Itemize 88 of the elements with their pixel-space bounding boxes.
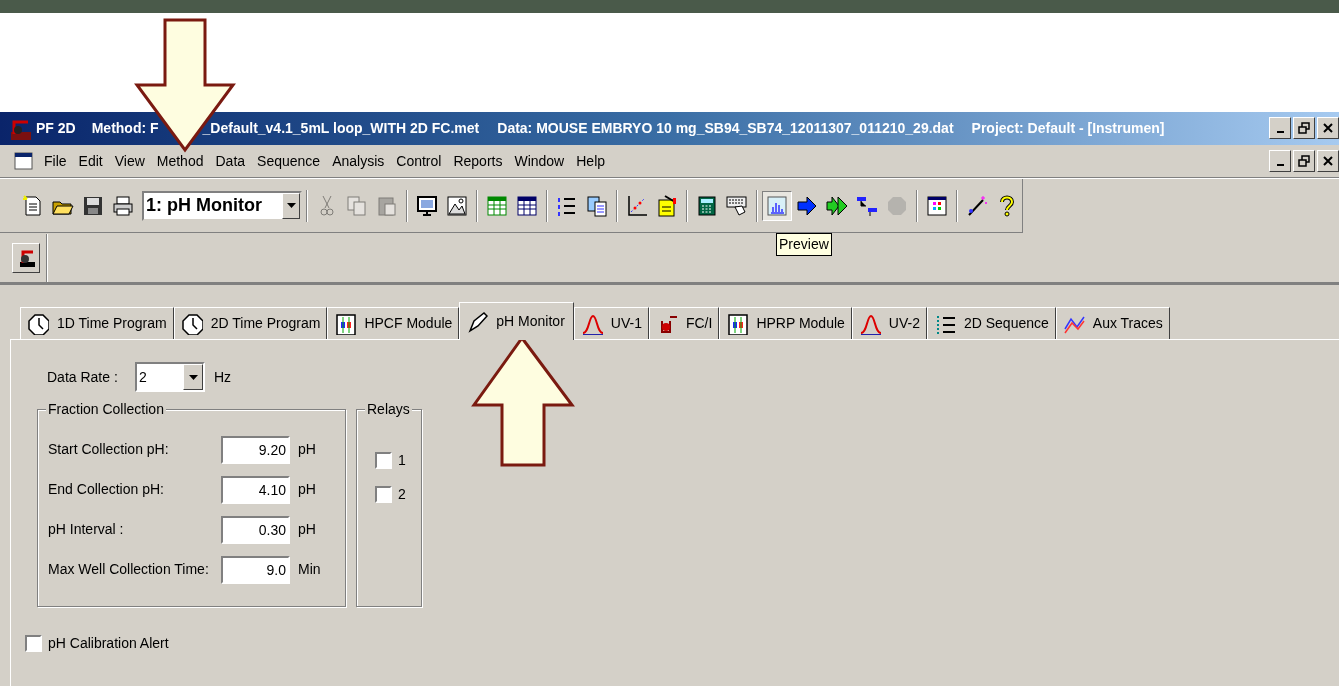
menu-item[interactable]: Method — [150, 148, 210, 174]
method-name: _Default_v4.1_5mL loop_WITH 2D FC.met — [202, 119, 480, 138]
menu-item[interactable]: Reports — [447, 148, 509, 174]
restore-button[interactable] — [1293, 150, 1315, 172]
close-icon — [1323, 156, 1333, 166]
spreadsheet-icon — [515, 193, 539, 218]
checkbox[interactable] — [375, 452, 392, 469]
module-icon — [334, 312, 357, 335]
color-grid-icon — [925, 193, 949, 218]
bar-chart-icon — [765, 193, 789, 218]
instrument-button[interactable] — [12, 242, 40, 273]
keyboard-hand-icon — [725, 193, 749, 218]
close-icon — [1323, 123, 1333, 133]
unit-label: pH — [298, 480, 316, 499]
printer-icon — [111, 193, 135, 218]
checkbox[interactable] — [25, 635, 42, 652]
unit-label: pH — [298, 520, 316, 539]
app-title: PF 2D — [36, 119, 76, 138]
clock-icon — [27, 312, 49, 335]
field-label: Data Rate : — [46, 367, 119, 387]
picture-icon — [445, 193, 469, 218]
tooltip: Preview — [776, 232, 832, 256]
tab[interactable]: 2D Time Program — [173, 307, 328, 339]
method-name: Method: F — [91, 119, 159, 138]
peak-icon — [858, 312, 881, 335]
axes-chart-icon — [625, 193, 649, 218]
input-field[interactable]: 4.10 — [221, 475, 290, 504]
view-dropdown[interactable]: 1: pH Monitor — [142, 190, 302, 221]
menu-item[interactable]: Data — [209, 148, 252, 174]
close-button[interactable] — [1317, 117, 1339, 139]
unit-label: Min — [298, 560, 321, 579]
data-file-name: Data: MOUSE EMBRYO 10 mg_SB94_SB74_12011307_011210_29.dat — [497, 119, 954, 138]
tab[interactable]: UV-2 — [851, 307, 927, 339]
minimize-button[interactable] — [1269, 117, 1291, 139]
bar-chart-button[interactable] — [762, 190, 792, 221]
minimize-button[interactable] — [1269, 150, 1291, 172]
field-label: Max Well Collection Time: — [48, 560, 210, 579]
input-field[interactable]: 9.0 — [221, 555, 290, 584]
magic-wand-icon — [965, 193, 989, 218]
calculator-icon — [695, 193, 719, 218]
project-name: Project: Default - [Instrumen] — [971, 119, 1165, 138]
tab[interactable]: 1D Time Program — [20, 307, 174, 339]
spreadsheet-icon — [485, 193, 509, 218]
menu-item[interactable]: Edit — [72, 148, 109, 174]
triangle-icon — [188, 374, 198, 380]
documents-icon — [585, 193, 609, 218]
monitor-icon — [415, 193, 439, 218]
close-button[interactable] — [1317, 150, 1339, 172]
menu-item[interactable]: View — [108, 148, 151, 174]
peak-icon — [580, 312, 603, 335]
menu-item[interactable]: Help — [570, 148, 612, 174]
input-field[interactable]: 9.20 — [221, 435, 290, 464]
menu-item[interactable]: File — [38, 148, 73, 174]
tab[interactable]: FC/I — [648, 307, 720, 339]
restore-button[interactable] — [1293, 117, 1315, 139]
checkbox-label: 1 — [398, 451, 406, 470]
dropdown-value: 2 — [138, 367, 148, 387]
copy-icon — [345, 193, 369, 218]
unit-label: pH — [298, 440, 316, 459]
field-label: Start Collection pH: — [48, 440, 170, 459]
module-icon — [726, 312, 749, 335]
input-field[interactable]: 0.30 — [221, 515, 290, 544]
minimize-icon — [1276, 130, 1284, 133]
field-label: pH Interval : — [48, 520, 125, 539]
tab[interactable]: 2D Sequence — [926, 307, 1056, 339]
document-icon — [14, 151, 34, 171]
dropdown-value: 1: pH Monitor — [145, 194, 263, 217]
tab[interactable]: HPRP Module — [719, 307, 852, 339]
checkbox-label: 2 — [398, 485, 406, 504]
menu-item[interactable]: Control — [390, 148, 448, 174]
checkbox[interactable] — [375, 486, 392, 503]
restore-icon — [1298, 122, 1310, 134]
tab[interactable]: pH Monitor — [459, 302, 574, 340]
clock-icon — [180, 312, 203, 335]
tab[interactable]: UV-1 — [573, 307, 649, 339]
minimize-icon — [1276, 163, 1284, 166]
unit-label: Hz — [214, 367, 232, 387]
checkbox-label: pH Calibration Alert — [48, 634, 169, 653]
data-rate-dropdown[interactable]: 2 — [135, 362, 205, 392]
menu-item[interactable]: Window — [508, 148, 571, 174]
restore-icon — [1298, 155, 1310, 167]
triangle-icon — [286, 203, 296, 208]
tab[interactable]: HPCF Module — [327, 307, 460, 339]
clipboard-icon — [655, 193, 679, 218]
menu-item[interactable]: Sequence — [251, 148, 327, 174]
tab[interactable]: Aux Traces — [1055, 307, 1170, 339]
field-label: End Collection pH: — [48, 480, 165, 499]
menu-item[interactable]: Analysis — [326, 148, 391, 174]
